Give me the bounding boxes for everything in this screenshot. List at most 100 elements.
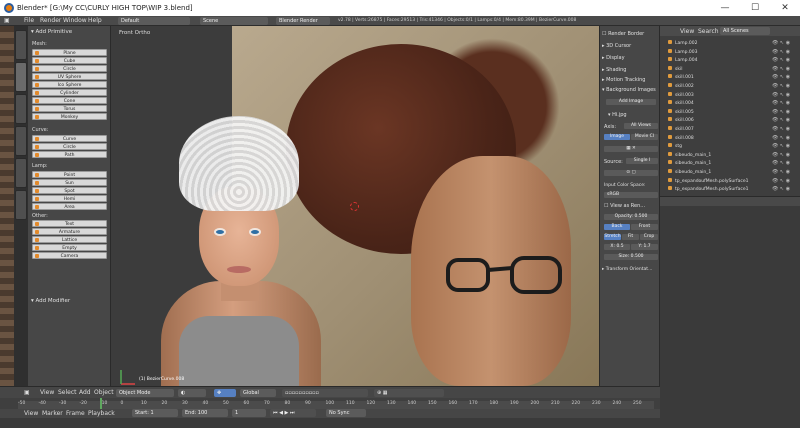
add-area-lamp-button[interactable]: Area bbox=[32, 203, 107, 210]
menu-window[interactable]: Window bbox=[63, 17, 87, 24]
add-spot-lamp-button[interactable]: Spot bbox=[32, 187, 107, 194]
visibility-toggles-icon[interactable]: 👁 ↖ ◉ bbox=[772, 186, 790, 192]
add-uv-sphere-button[interactable]: UV Sphere bbox=[32, 73, 107, 80]
viewport-menu-add[interactable]: Add bbox=[79, 389, 91, 396]
add-ico-sphere-button[interactable]: Ico Sphere bbox=[32, 81, 107, 88]
visibility-toggles-icon[interactable]: 👁 ↖ ◉ bbox=[772, 152, 790, 158]
maximize-button[interactable]: ☐ bbox=[740, 0, 770, 16]
outliner-row[interactable]: Lamp.003 👁 ↖ ◉ bbox=[668, 48, 800, 55]
transform-orientation-select[interactable]: Global bbox=[240, 389, 276, 397]
editor-type-icon[interactable]: ▣ bbox=[4, 17, 10, 24]
snap-controls[interactable]: ⊕ ▦ bbox=[374, 389, 444, 397]
playback-controls[interactable]: ⏮ ◀ ▶ ⏭ bbox=[270, 409, 316, 417]
manipulator-toggle[interactable]: ✥ bbox=[214, 389, 236, 397]
y-offset-field[interactable]: Y: 1.7 bbox=[631, 244, 658, 250]
axis-select[interactable]: All Views bbox=[624, 123, 658, 129]
add-lattice-button[interactable]: Lattice bbox=[32, 236, 107, 243]
outliner-row[interactable]: Lamp.004 👁 ↖ ◉ bbox=[668, 57, 800, 63]
motion-tracking-section[interactable]: ▸ Motion Tracking bbox=[602, 77, 645, 83]
source-image-button[interactable]: Image bbox=[604, 134, 630, 140]
visibility-toggles-icon[interactable]: 👁 ↖ ◉ bbox=[772, 178, 790, 184]
add-monkey-button[interactable]: Monkey bbox=[32, 113, 107, 120]
transform-orientations-section[interactable]: ▸ Transform Orientat... bbox=[602, 267, 652, 272]
add-cylinder-button[interactable]: Cylinder bbox=[32, 89, 107, 96]
3d-cursor-section[interactable]: ▸ 3D Cursor bbox=[602, 43, 631, 49]
opacity-field[interactable]: Opacity: 0.500 bbox=[604, 214, 658, 220]
minimize-button[interactable]: — bbox=[710, 0, 740, 16]
current-frame-marker[interactable] bbox=[100, 398, 102, 409]
render-border-toggle[interactable]: ☐ Render Border bbox=[602, 31, 644, 37]
x-offset-field[interactable]: X: 0.5 bbox=[604, 244, 630, 250]
add-torus-button[interactable]: Torus bbox=[32, 105, 107, 112]
visibility-toggles-icon[interactable]: 👁 ↖ ◉ bbox=[772, 40, 790, 46]
add-camera-button[interactable]: Camera bbox=[32, 252, 107, 259]
add-hemi-lamp-button[interactable]: Hemi bbox=[32, 195, 107, 202]
outliner-row[interactable]: skil 👁 ↖ ◉ bbox=[668, 65, 800, 72]
visibility-toggles-icon[interactable]: 👁 ↖ ◉ bbox=[772, 109, 790, 115]
outliner-row[interactable]: sibeudo_main_1 👁 ↖ ◉ bbox=[668, 160, 800, 166]
source-type-select[interactable]: Single I bbox=[626, 158, 658, 164]
render-engine-select[interactable]: Blender Render bbox=[276, 17, 330, 25]
outliner-row[interactable]: skill.001 👁 ↖ ◉ bbox=[668, 74, 800, 80]
close-button[interactable]: ✕ bbox=[770, 0, 800, 16]
image-options-row[interactable]: ⊙ ▢ bbox=[604, 170, 658, 176]
tab-create[interactable] bbox=[15, 62, 27, 92]
3d-cursor-icon[interactable] bbox=[350, 202, 359, 211]
add-cube-button[interactable]: Cube bbox=[32, 57, 107, 64]
end-frame-field[interactable]: End: 100 bbox=[182, 409, 228, 417]
add-primitive-panel-title[interactable]: ▾ Add Primitive bbox=[31, 29, 72, 35]
sync-mode-select[interactable]: No Sync bbox=[326, 409, 366, 417]
curly-hair-mesh[interactable] bbox=[179, 116, 299, 211]
tab-grease-pencil[interactable] bbox=[15, 190, 27, 220]
outliner-row[interactable]: skill.008 👁 ↖ ◉ bbox=[668, 134, 800, 141]
add-curve-button[interactable]: Curve bbox=[32, 135, 107, 142]
3d-viewport[interactable]: Front Ortho (1) BezierCurve.008 bbox=[111, 26, 599, 386]
timeline-menu-playback[interactable]: Playback bbox=[88, 410, 115, 417]
layer-buttons[interactable]: ▫▫▫▫▫▫▫▫▫▫ bbox=[282, 389, 368, 397]
viewport-menu-select[interactable]: Select bbox=[58, 389, 77, 396]
timeline[interactable]: -50 -40 -30 -20 -10 0 10 20 30 40 50 60 70 80 90 100 110… bbox=[0, 398, 660, 418]
visibility-toggles-icon[interactable]: 👁 ↖ ◉ bbox=[772, 126, 790, 132]
outliner-row[interactable]: skill.003 👁 ↖ ◉ bbox=[668, 91, 800, 98]
add-plane-button[interactable]: Plane bbox=[32, 49, 107, 56]
start-frame-field[interactable]: Start: 1 bbox=[132, 409, 178, 417]
visibility-toggles-icon[interactable]: 👁 ↖ ◉ bbox=[772, 169, 790, 175]
add-sun-lamp-button[interactable]: Sun bbox=[32, 179, 107, 186]
outliner-row[interactable]: skill.002 👁 ↖ ◉ bbox=[668, 83, 800, 89]
source-movie-clip-button[interactable]: Movie Cl bbox=[631, 134, 658, 140]
image-browse-field[interactable]: ▦ ✕ bbox=[604, 146, 658, 152]
tab-physics[interactable] bbox=[15, 158, 27, 188]
outliner-row[interactable]: skill.007 👁 ↖ ◉ bbox=[668, 126, 800, 132]
visibility-toggles-icon[interactable]: 👁 ↖ ◉ bbox=[772, 92, 790, 98]
add-empty-button[interactable]: Empty bbox=[32, 244, 107, 251]
tab-relations[interactable] bbox=[15, 94, 27, 124]
visibility-toggles-icon[interactable]: 👁 ↖ ◉ bbox=[772, 83, 790, 89]
add-point-lamp-button[interactable]: Point bbox=[32, 171, 107, 178]
outliner-display-mode-select[interactable]: All Scenes bbox=[720, 27, 770, 35]
current-frame-field[interactable]: 1 bbox=[232, 409, 266, 417]
properties-context-tabs[interactable] bbox=[660, 197, 800, 206]
viewport-shading-button[interactable]: ◐ bbox=[178, 389, 206, 397]
add-circle-button[interactable]: Circle bbox=[32, 65, 107, 72]
add-path-button[interactable]: Path bbox=[32, 151, 107, 158]
background-images-section[interactable]: ▾ Background Images bbox=[602, 87, 656, 93]
outliner-row[interactable]: tp_expandoufMesh.polySurface1 👁 ↖ ◉ bbox=[668, 186, 800, 192]
add-modifier-panel-title[interactable]: ▾ Add Modifier bbox=[31, 298, 70, 304]
tab-animation[interactable] bbox=[15, 126, 27, 156]
display-section[interactable]: ▸ Display bbox=[602, 55, 625, 61]
visibility-toggles-icon[interactable]: 👁 ↖ ◉ bbox=[772, 74, 790, 80]
visibility-toggles-icon[interactable]: 👁 ↖ ◉ bbox=[772, 49, 790, 55]
outliner-row[interactable]: sibeudo_main_1 👁 ↖ ◉ bbox=[668, 169, 800, 175]
menu-help[interactable]: Help bbox=[88, 17, 102, 24]
screen-layout-field[interactable]: Default bbox=[118, 17, 190, 25]
back-button[interactable]: Back bbox=[604, 224, 630, 230]
menu-file[interactable]: File bbox=[24, 17, 34, 24]
timeline-menu-frame[interactable]: Frame bbox=[66, 410, 85, 417]
viewport-menu-object[interactable]: Object bbox=[94, 389, 114, 396]
outliner-row[interactable]: sibeudo_main_1 👁 ↖ ◉ bbox=[668, 151, 800, 158]
visibility-toggles-icon[interactable]: 👁 ↖ ◉ bbox=[772, 160, 790, 166]
front-button[interactable]: Front bbox=[631, 224, 658, 230]
outliner-row[interactable]: Lamp.002 👁 ↖ ◉ bbox=[668, 40, 800, 46]
outliner-menu-view[interactable]: View bbox=[680, 28, 694, 35]
add-text-button[interactable]: Text bbox=[32, 220, 107, 227]
